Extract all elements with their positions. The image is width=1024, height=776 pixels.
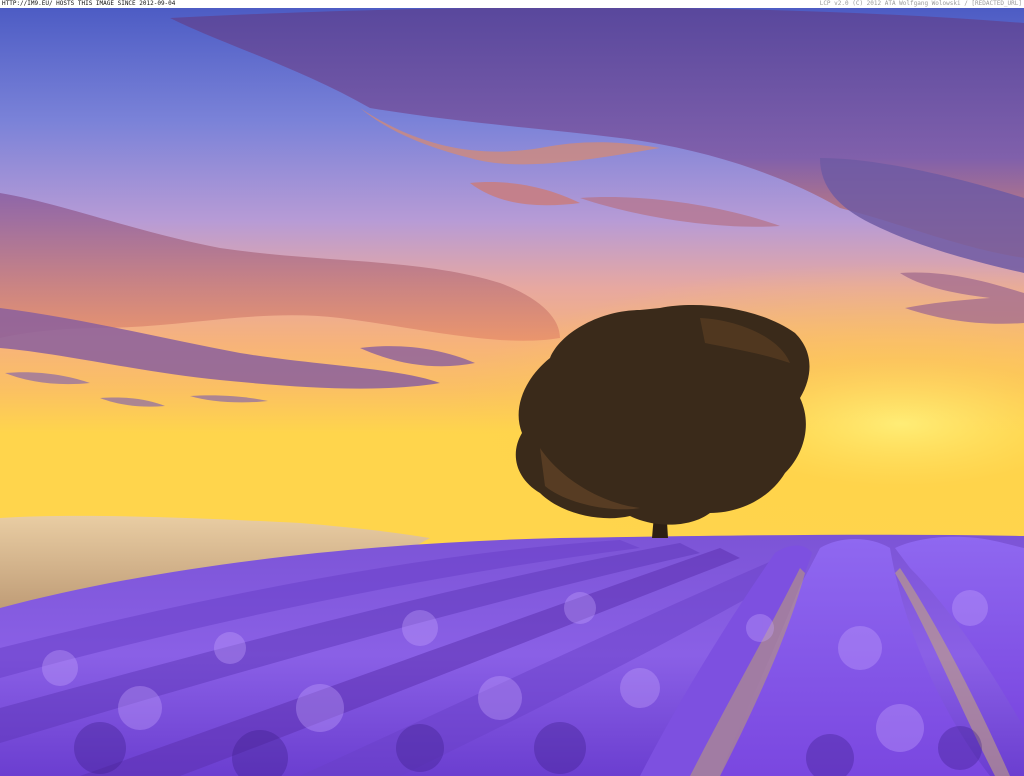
hosting-caption-right: LCP v2.0 (C) 2012 ATA Wolfgang Wolowski …	[819, 0, 1022, 7]
hosting-caption-bar: HTTP://IM9.EU/ HOSTS THIS IMAGE SINCE 20…	[0, 0, 1024, 8]
photo-frame: HTTP://IM9.EU/ HOSTS THIS IMAGE SINCE 20…	[0, 0, 1024, 776]
lavender-field-photo	[0, 8, 1024, 776]
hosting-caption-left: HTTP://IM9.EU/ HOSTS THIS IMAGE SINCE 20…	[2, 0, 176, 7]
